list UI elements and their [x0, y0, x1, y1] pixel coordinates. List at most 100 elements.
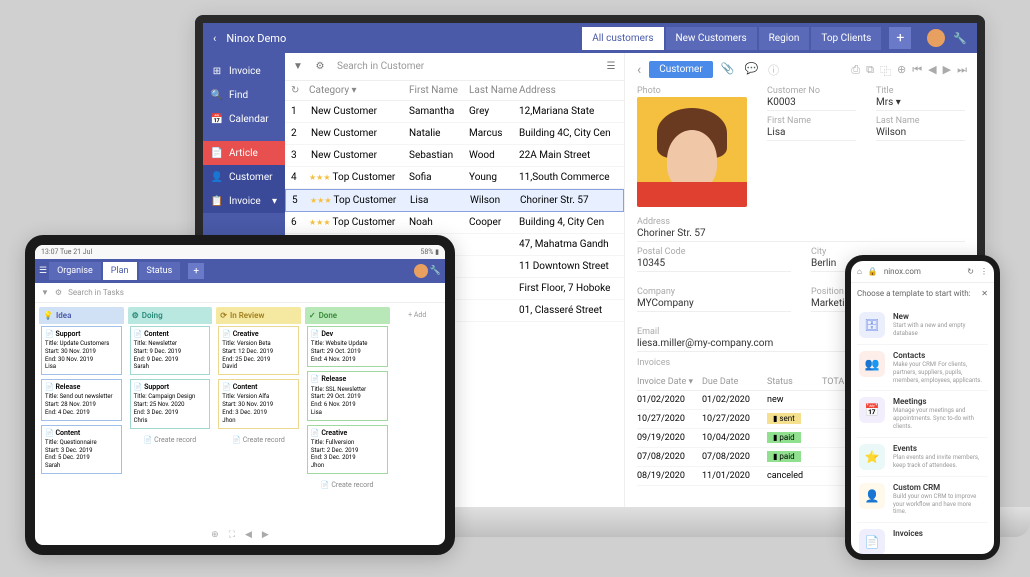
sidebar-item-find[interactable]: 🔍Find — [203, 83, 285, 107]
template-item[interactable]: 📅MeetingsManage your meetings and appoin… — [857, 391, 988, 437]
col-address[interactable]: Address — [519, 85, 618, 96]
print-icon[interactable]: ⎙ — [851, 63, 860, 79]
inv-col-due[interactable]: Due Date — [702, 377, 767, 387]
wrench-icon[interactable]: 🔧 — [430, 266, 441, 276]
add-column-button[interactable]: + Add — [394, 307, 442, 527]
table-row[interactable]: 3New CustomerSebastianWood22A Main Stree… — [285, 145, 624, 167]
columns-icon[interactable]: ☰ — [604, 60, 618, 74]
table-row[interactable]: 1New CustomerSamanthaGrey12,Mariana Stat… — [285, 101, 624, 123]
sidebar-item-article[interactable]: 📄Article — [203, 141, 285, 165]
kanban-card[interactable]: 📄 SupportTitle: Update CustomersStart: 3… — [41, 326, 122, 375]
tab-plan[interactable]: Plan — [103, 262, 137, 280]
tab-organise[interactable]: Organise — [49, 262, 101, 280]
column-header[interactable]: 💡Idea — [39, 307, 124, 324]
search-input[interactable]: Search in Tasks — [68, 288, 124, 297]
next-icon[interactable]: ▶ — [943, 63, 951, 79]
filter-icon[interactable]: ▼ — [41, 288, 49, 297]
template-item[interactable]: ⭐EventsPlan events and invite members, k… — [857, 438, 988, 477]
refresh-icon[interactable]: ↻ — [967, 267, 974, 276]
customer-photo[interactable] — [637, 97, 747, 207]
sidebar-label: Invoice — [229, 196, 261, 207]
template-item[interactable]: 👤Custom CRMBuild your own CRM to improve… — [857, 477, 988, 523]
chat-icon[interactable]: 💬 — [744, 62, 758, 78]
add-tab-button[interactable]: + — [889, 27, 911, 49]
kanban-card[interactable]: 📄 ReleaseTitle: SSL NewsletterStart: 29 … — [307, 371, 388, 420]
home-icon[interactable]: ⌂ — [857, 267, 862, 276]
tab-new-customers[interactable]: New Customers — [666, 27, 757, 50]
column-header[interactable]: ⟳In Review — [216, 307, 301, 324]
add-icon[interactable]: ⊕ — [211, 530, 219, 540]
user-avatar[interactable] — [927, 29, 945, 47]
fn-value[interactable]: Lisa — [767, 127, 856, 141]
more-icon[interactable]: ⋮ — [980, 267, 988, 276]
reload-icon[interactable]: ↻ — [291, 85, 309, 96]
add-icon[interactable]: ⊕ — [897, 63, 906, 79]
app-title: Ninox Demo — [226, 32, 582, 45]
tab-status[interactable]: Status — [139, 262, 181, 280]
copy-icon[interactable]: ⧉ — [866, 63, 874, 79]
create-record-button[interactable]: 📄 Create record — [218, 433, 299, 447]
sidebar-item-calendar[interactable]: 📅Calendar — [203, 107, 285, 131]
create-record-button[interactable]: 📄 Create record — [130, 433, 211, 447]
kanban-card[interactable]: 📄 SupportTitle: Campaign DesignStart: 25… — [130, 379, 211, 428]
title-value[interactable]: Mrs ▾ — [876, 97, 965, 111]
search-input[interactable]: Search in Customer — [335, 59, 596, 74]
template-item[interactable]: 👥ContactsMake your CRM! For clients, par… — [857, 345, 988, 391]
sidebar-item-customer[interactable]: 👤Customer — [203, 165, 285, 189]
pc-value[interactable]: 10345 — [637, 258, 791, 272]
table-row[interactable]: 4★★★Top CustomerSofiaYoung11,South Comme… — [285, 167, 624, 189]
col-firstname[interactable]: First Name — [409, 85, 469, 96]
kanban-card[interactable]: 📄 CreativeTitle: Version BetaStart: 12 D… — [218, 326, 299, 375]
prev-icon[interactable]: ◀ — [928, 63, 936, 79]
kanban-card[interactable]: 📄 DevTitle: Website UpdateStart: 29 Oct.… — [307, 326, 388, 367]
close-icon[interactable]: ✕ — [981, 289, 988, 298]
add-tab-button[interactable]: + — [188, 263, 204, 279]
kanban-column: ✓Done 📄 DevTitle: Website UpdateStart: 29… — [305, 307, 390, 527]
dup-icon[interactable]: ⿻ — [880, 63, 891, 79]
user-avatar[interactable] — [414, 264, 428, 278]
prev-icon[interactable]: ◀ — [245, 530, 252, 540]
kanban-card[interactable]: 📄 ContentTitle: QuestionnaireStart: 3 De… — [41, 425, 122, 474]
menu-icon[interactable]: ☰ — [39, 266, 47, 276]
gear-icon[interactable]: ⚙ — [55, 288, 62, 297]
gear-icon[interactable]: ⚙ — [313, 60, 327, 74]
back-button[interactable]: ‹ — [203, 32, 226, 45]
col-lastname[interactable]: Last Name — [469, 85, 519, 96]
inv-col-date[interactable]: Invoice Date ▾ — [637, 377, 702, 387]
detail-back[interactable]: ‹ — [637, 62, 641, 78]
last-icon[interactable]: ⏭ — [957, 63, 967, 79]
next-icon[interactable]: ▶ — [262, 530, 269, 540]
column-header[interactable]: ✓Done — [305, 307, 390, 324]
tab-all-customers[interactable]: All customers — [582, 27, 663, 50]
sidebar-item-invoice[interactable]: ⊞Invoice — [203, 59, 285, 83]
kanban-card[interactable]: 📄 ReleaseTitle: Send out newsletterStart… — [41, 379, 122, 420]
tablet-statusbar: 13:07 Tue 21 Jul 58% ▮ — [35, 245, 445, 259]
info-icon[interactable]: ⓘ — [768, 62, 779, 78]
col-category[interactable]: Category ▾ — [309, 85, 409, 96]
tab-region[interactable]: Region — [759, 27, 810, 50]
wrench-icon[interactable]: 🔧 — [953, 32, 967, 45]
addr-value[interactable]: Choriner Str. 57 — [637, 228, 965, 242]
template-item[interactable]: 🗄NewStart with a new and empty database — [857, 306, 988, 345]
first-icon[interactable]: ⏮ — [912, 63, 922, 79]
ln-value[interactable]: Wilson — [876, 127, 965, 141]
table-row[interactable]: 6★★★Top CustomerNoahCooperBuilding 4, Ci… — [285, 212, 624, 234]
kanban-card[interactable]: 📄 ContentTitle: NewsletterStart: 9 Dec. … — [130, 326, 211, 375]
create-record-button[interactable]: 📄 Create record — [307, 478, 388, 492]
inv-col-status[interactable]: Status — [767, 377, 822, 387]
sidebar-item-invoice2[interactable]: 📋Invoice▾ — [203, 189, 285, 213]
filter-icon[interactable]: ▼ — [291, 60, 305, 74]
column-header[interactable]: ⚙Doing — [128, 307, 213, 324]
custno-value[interactable]: K0003 — [767, 97, 856, 111]
comp-value[interactable]: MYCompany — [637, 298, 791, 312]
expand-icon[interactable]: ⛶ — [229, 530, 235, 540]
table-row[interactable]: 2New CustomerNatalieMarcusBuilding 4C, C… — [285, 123, 624, 145]
list-icon: 📋 — [211, 195, 223, 207]
tab-top-clients[interactable]: Top Clients — [811, 27, 881, 50]
template-item[interactable]: 📄Invoices — [857, 523, 988, 560]
kanban-card[interactable]: 📄 CreativeTitle: FullversionStart: 2 Dec… — [307, 425, 388, 474]
kanban-card[interactable]: 📄 ContentTitle: Version AlfaStart: 30 No… — [218, 379, 299, 428]
url-bar[interactable]: ⌂ 🔒 ninox.com ↻ ⋮ — [851, 261, 994, 283]
attach-icon[interactable]: 📎 — [721, 62, 735, 78]
table-row[interactable]: 5★★★Top CustomerLisaWilsonChoriner Str. … — [285, 189, 624, 212]
